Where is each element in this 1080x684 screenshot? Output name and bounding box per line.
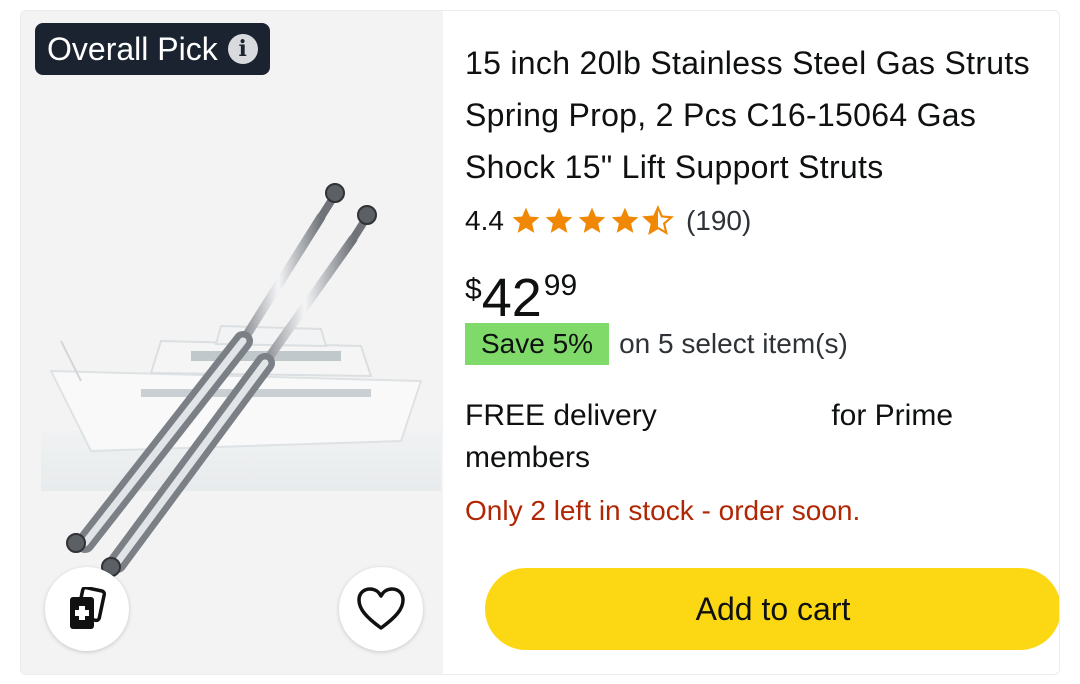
product-title[interactable]: 15 inch 20lb Stainless Steel Gas Struts … [465,37,1045,193]
half-star-icon [642,205,674,236]
rating-row[interactable]: 4.4 (190) [465,201,751,241]
info-icon[interactable]: i [227,34,258,64]
product-image-area[interactable]: Overall Pick i [21,11,443,674]
star-icon [578,207,606,233]
price-fraction: 99 [543,269,578,302]
overall-pick-badge[interactable]: Overall Pick i [35,23,270,75]
stock-warning: Only 2 left in stock - order soon. [465,495,861,526]
star-icon [545,207,573,233]
compare-icon [70,587,107,629]
coupon-row: Save 5% on 5 select item(s) [465,323,848,365]
delivery-text: FREE delivery [465,399,657,432]
star-rating [510,205,674,237]
heart-icon [357,587,405,630]
rating-value: 4.4 [465,205,504,236]
review-count[interactable]: (190) [686,205,751,237]
favorite-button[interactable] [339,567,423,651]
badge-label: Overall Pick [47,30,218,67]
compare-button[interactable] [45,567,129,651]
delivery-info: FREE delivery for Prime members [465,395,985,479]
delivery-prime-text: for Prime [831,399,953,432]
add-to-cart-button[interactable]: Add to cart [485,568,1059,650]
product-card[interactable]: Overall Pick i 15 inch 20lb Stainless St… [20,10,1060,675]
delivery-members-text: members [465,441,591,474]
star-icon [512,207,540,233]
product-details: 15 inch 20lb Stainless Steel Gas Struts … [465,11,1059,674]
star-icon [611,207,639,233]
save-detail: on 5 select item(s) [619,328,848,359]
save-badge[interactable]: Save 5% [465,323,610,365]
price-symbol: $ [465,273,482,306]
